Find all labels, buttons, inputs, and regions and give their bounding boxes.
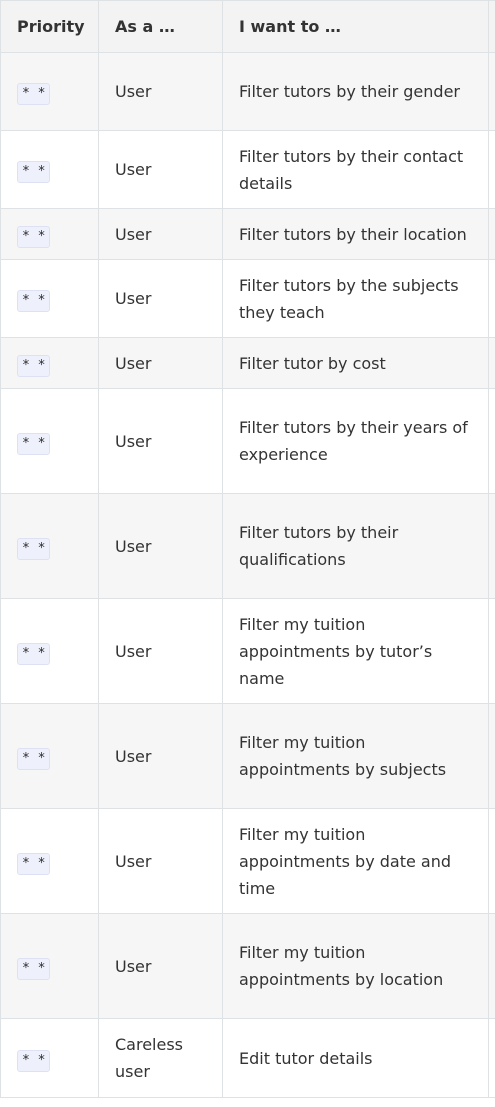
role-cell: User xyxy=(98,493,223,599)
priority-badge: * * xyxy=(17,852,51,875)
want-cell: Filter tutors by their contact details xyxy=(222,130,489,209)
role-cell: User xyxy=(98,913,223,1019)
want-cell: Filter my tuition appointments by tutor’… xyxy=(222,598,489,704)
want-cell: Filter my tuition appointments by subjec… xyxy=(222,703,489,809)
role-cell: User xyxy=(98,130,223,209)
column-header-as-a: As a … xyxy=(98,0,223,53)
user-stories-table: Priority As a … I want to … * * User Fil… xyxy=(0,0,495,1098)
overflow-cell xyxy=(488,703,495,809)
priority-cell: * * xyxy=(0,208,99,260)
priority-cell: * * xyxy=(0,808,99,914)
overflow-cell xyxy=(488,130,495,209)
want-cell: Filter tutors by their location xyxy=(222,208,489,260)
overflow-cell xyxy=(488,52,495,131)
priority-badge: * * xyxy=(17,290,51,312)
overflow-cell xyxy=(488,259,495,338)
overflow-cell xyxy=(488,913,495,1019)
priority-cell: * * xyxy=(0,913,99,1019)
priority-cell: * * xyxy=(0,388,99,494)
overflow-cell xyxy=(488,388,495,494)
priority-badge: * * xyxy=(17,747,51,770)
overflow-cell xyxy=(488,208,495,260)
priority-cell: * * xyxy=(0,703,99,809)
column-header-i-want-to: I want to … xyxy=(222,0,489,53)
priority-badge: * * xyxy=(17,642,51,665)
priority-badge: * * xyxy=(17,83,51,105)
want-cell: Filter tutors by the subjects they teach xyxy=(222,259,489,338)
priority-cell: * * xyxy=(0,52,99,131)
priority-cell: * * xyxy=(0,493,99,599)
priority-badge: * * xyxy=(17,957,51,980)
overflow-cell xyxy=(488,493,495,599)
priority-badge: * * xyxy=(17,537,51,560)
table-row: * * User Filter my tuition appointments … xyxy=(0,598,495,704)
priority-badge: * * xyxy=(17,161,51,183)
role-cell: User xyxy=(98,208,223,260)
table-row: * * Careless user Edit tutor details xyxy=(0,1018,495,1098)
table-row: * * User Filter my tuition appointments … xyxy=(0,913,495,1019)
table-row: * * User Filter my tuition appointments … xyxy=(0,808,495,914)
priority-cell: * * xyxy=(0,598,99,704)
overflow-cell xyxy=(488,1018,495,1098)
table-row: * * User Filter tutors by their qualific… xyxy=(0,493,495,599)
table-row: * * User Filter tutors by the subjects t… xyxy=(0,259,495,338)
priority-badge: * * xyxy=(17,354,51,377)
want-cell: Filter tutor by cost xyxy=(222,337,489,389)
table-row: * * User Filter tutors by their contact … xyxy=(0,130,495,209)
role-cell: User xyxy=(98,337,223,389)
role-cell: User xyxy=(98,52,223,131)
want-cell: Filter tutors by their qualifications xyxy=(222,493,489,599)
priority-cell: * * xyxy=(0,259,99,338)
overflow-cell xyxy=(488,808,495,914)
overflow-cell xyxy=(488,598,495,704)
priority-cell: * * xyxy=(0,1018,99,1098)
want-cell: Filter my tuition appointments by locati… xyxy=(222,913,489,1019)
column-header-priority: Priority xyxy=(0,0,99,53)
overflow-cell xyxy=(488,337,495,389)
priority-badge: * * xyxy=(17,1049,51,1072)
table-row: * * User Filter tutors by their gender xyxy=(0,52,495,131)
role-cell: User xyxy=(98,598,223,704)
priority-badge: * * xyxy=(17,225,51,248)
role-cell: User xyxy=(98,808,223,914)
table-row: * * User Filter tutors by their years of… xyxy=(0,388,495,494)
table-row: * * User Filter tutor by cost xyxy=(0,337,495,389)
role-cell: User xyxy=(98,259,223,338)
priority-cell: * * xyxy=(0,337,99,389)
role-cell: Careless user xyxy=(98,1018,223,1098)
role-cell: User xyxy=(98,703,223,809)
want-cell: Filter my tuition appointments by date a… xyxy=(222,808,489,914)
want-cell: Edit tutor details xyxy=(222,1018,489,1098)
table-row: * * User Filter my tuition appointments … xyxy=(0,703,495,809)
priority-cell: * * xyxy=(0,130,99,209)
want-cell: Filter tutors by their gender xyxy=(222,52,489,131)
table-row: * * User Filter tutors by their location xyxy=(0,208,495,260)
role-cell: User xyxy=(98,388,223,494)
table-header-row: Priority As a … I want to … xyxy=(0,0,495,53)
want-cell: Filter tutors by their years of experien… xyxy=(222,388,489,494)
priority-badge: * * xyxy=(17,432,51,455)
column-header-overflow xyxy=(488,0,495,53)
user-stories-table-container: Priority As a … I want to … * * User Fil… xyxy=(0,0,495,1098)
